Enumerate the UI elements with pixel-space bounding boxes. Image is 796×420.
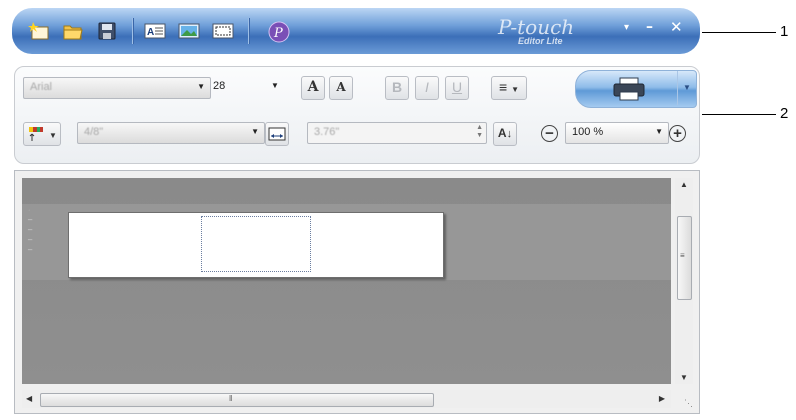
callout-line-1 bbox=[702, 32, 776, 33]
chevron-down-icon: ▼ bbox=[271, 81, 279, 90]
vertical-text-icon: A bbox=[497, 126, 507, 140]
label-length-button[interactable] bbox=[265, 122, 289, 146]
scroll-up-icon[interactable]: ▲ bbox=[680, 180, 688, 189]
new-document-icon bbox=[28, 22, 49, 40]
align-left-icon: ≡ bbox=[499, 79, 508, 95]
font-name-select[interactable]: Arial ▼ bbox=[23, 77, 211, 99]
italic-button[interactable]: I bbox=[415, 76, 439, 100]
open-button[interactable] bbox=[62, 21, 84, 41]
font-size-select[interactable]: 28 ▼ bbox=[213, 80, 285, 92]
insert-frame-button[interactable] bbox=[212, 21, 234, 41]
property-palette: Arial ▼ 28 ▼ A A B I U ≡ ▼ ▼ ▼ 4/8" ▼ 3.… bbox=[14, 66, 700, 164]
insert-text-button[interactable]: A bbox=[144, 21, 166, 41]
frame-icon bbox=[212, 23, 234, 39]
label-length-value: 3.76" bbox=[314, 126, 340, 138]
print-button[interactable]: ▼ bbox=[575, 70, 697, 108]
app-logo: P-touch Editor Lite bbox=[482, 15, 592, 49]
scroll-right-icon[interactable]: ▶ bbox=[659, 394, 665, 403]
font-size-value: 28 bbox=[213, 80, 226, 92]
app-edition: Editor Lite bbox=[518, 36, 563, 46]
bold-icon: B bbox=[391, 79, 403, 95]
increase-font-size-button[interactable]: A bbox=[301, 76, 325, 100]
picture-icon bbox=[178, 23, 200, 39]
chevron-down-icon: ▼ bbox=[683, 83, 691, 92]
decrease-font-icon: A bbox=[336, 80, 346, 94]
decrease-font-size-button[interactable]: A bbox=[329, 76, 353, 100]
chevron-down-icon: ▼ bbox=[655, 127, 663, 136]
svg-text:A: A bbox=[147, 27, 154, 38]
resize-grip-icon[interactable]: ⋱ bbox=[684, 398, 693, 409]
tape-width-select[interactable]: 4/8" ▼ bbox=[77, 122, 265, 144]
horizontal-scroll-thumb[interactable]: ‖ bbox=[40, 393, 434, 407]
arrow-down-icon: ↓ bbox=[506, 128, 513, 140]
horizontal-scrollbar[interactable]: ◀ ‖ ▶ bbox=[22, 390, 671, 408]
scroll-left-icon[interactable]: ◀ bbox=[26, 394, 32, 403]
print-options-dropdown[interactable]: ▼ bbox=[677, 71, 696, 105]
zoom-in-icon: + bbox=[673, 125, 682, 142]
tape-width-value: 4/8" bbox=[84, 126, 104, 138]
label-layout[interactable] bbox=[68, 212, 444, 278]
chevron-down-icon: ▼ bbox=[251, 127, 259, 136]
length-arrows-icon bbox=[268, 127, 286, 141]
insert-image-button[interactable] bbox=[178, 21, 200, 41]
new-layout-button[interactable] bbox=[28, 21, 50, 41]
grip-icon: ‖ bbox=[229, 394, 233, 403]
options-dropdown-icon[interactable]: ▾ bbox=[624, 22, 629, 33]
callout-2: 2 bbox=[780, 105, 789, 122]
vertical-text-button[interactable]: A↓ bbox=[493, 122, 517, 146]
floppy-disk-icon bbox=[98, 22, 116, 40]
layout-window: · ━ ━ ━ ━ ▲ ≡ ▼ ◀ ‖ ▶ ⋱ bbox=[14, 170, 700, 414]
increase-font-icon: A bbox=[307, 79, 319, 95]
underline-icon: U bbox=[451, 79, 463, 95]
zoom-in-button[interactable]: + bbox=[669, 125, 686, 142]
scroll-down-icon[interactable]: ▼ bbox=[680, 373, 688, 382]
label-format-select[interactable]: ▼ bbox=[23, 122, 61, 146]
underline-button[interactable]: U bbox=[445, 76, 469, 100]
text-align-select[interactable]: ≡ ▼ bbox=[491, 76, 527, 100]
grip-icon: ≡ bbox=[680, 251, 685, 260]
zoom-value: 100 % bbox=[572, 126, 604, 138]
minimize-button[interactable]: – bbox=[646, 19, 653, 35]
save-button[interactable] bbox=[96, 21, 118, 41]
label-format-icon bbox=[29, 127, 44, 142]
layout-canvas[interactable]: · ━ ━ ━ ━ bbox=[22, 178, 671, 384]
printer-icon bbox=[613, 77, 645, 101]
close-button[interactable]: ✕ bbox=[670, 18, 683, 36]
spinner-arrows-icon[interactable]: ▲ ▼ bbox=[476, 124, 483, 140]
label-length-input[interactable]: 3.76" ▲ ▼ bbox=[307, 122, 487, 144]
chevron-down-icon: ▼ bbox=[197, 82, 205, 91]
text-box-icon: A bbox=[144, 23, 166, 39]
ptouch-menu-button[interactable]: P bbox=[268, 21, 290, 43]
vertical-scrollbar[interactable]: ▲ ≡ ▼ bbox=[675, 178, 693, 384]
zoom-out-button[interactable]: − bbox=[541, 125, 558, 142]
command-bar: A P P-touch Editor Lite ▾ – ✕ bbox=[12, 8, 700, 54]
ptouch-logo-icon: P bbox=[268, 21, 290, 43]
callout-line-2 bbox=[702, 114, 776, 115]
zoom-select[interactable]: 100 % ▼ bbox=[565, 122, 669, 144]
toolbar-separator bbox=[248, 18, 249, 44]
toolbar-separator bbox=[132, 18, 133, 44]
italic-icon: I bbox=[425, 79, 429, 95]
vertical-ruler: · ━ ━ ━ ━ bbox=[28, 207, 33, 254]
font-name-value: Arial bbox=[30, 81, 53, 93]
chevron-down-icon: ▼ bbox=[48, 131, 57, 140]
vertical-scroll-thumb[interactable]: ≡ bbox=[677, 216, 692, 300]
text-object-frame[interactable] bbox=[201, 216, 311, 272]
folder-icon bbox=[63, 25, 83, 40]
chevron-down-icon: ▼ bbox=[511, 85, 519, 94]
zoom-out-icon: − bbox=[545, 125, 554, 142]
callout-1: 1 bbox=[780, 23, 789, 40]
bold-button[interactable]: B bbox=[385, 76, 409, 100]
svg-text:P: P bbox=[273, 26, 283, 41]
